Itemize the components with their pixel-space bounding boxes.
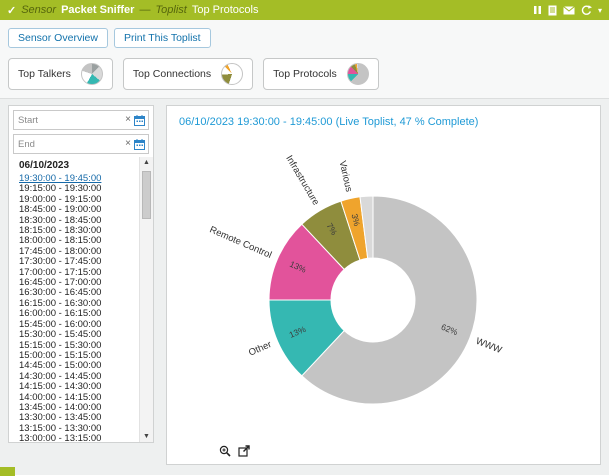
time-range-panel: × × 06/10/2023 19:30:00 - 19:45:0019:15:… <box>8 105 154 443</box>
toplist-panel: 06/10/2023 19:30:00 - 19:45:00 (Live Top… <box>166 105 601 465</box>
scrollbar[interactable]: ▲ ▼ <box>139 157 153 442</box>
slice-category-label: Other <box>247 339 273 359</box>
protocol-donut-chart: 62%WWW13%Other13%Remote Control7%Infrast… <box>183 132 593 456</box>
scroll-up-icon[interactable]: ▲ <box>140 159 153 166</box>
tab-top-talkers[interactable]: Top Talkers <box>8 58 113 90</box>
chart-title: 06/10/2023 19:30:00 - 19:45:00 (Live Top… <box>179 116 596 128</box>
refresh-menu-caret-icon[interactable]: ▾ <box>598 6 602 15</box>
time-range-item[interactable]: 14:15:00 - 14:30:00 <box>9 382 139 392</box>
time-range-list: 19:30:00 - 19:45:0019:15:00 - 19:30:0019… <box>9 174 139 442</box>
calendar-icon[interactable] <box>134 139 145 150</box>
open-new-window-icon[interactable] <box>238 445 250 457</box>
slice-category-label: Infrastructure <box>283 154 321 208</box>
tab-top-connections[interactable]: Top Connections <box>123 58 253 90</box>
end-date-row: × <box>13 134 149 154</box>
zoom-icon[interactable] <box>219 445 231 457</box>
start-date-input[interactable] <box>14 115 122 126</box>
toplist-tabs: Top Talkers Top Connections Top Protocol… <box>8 58 601 90</box>
pause-icon[interactable] <box>533 5 542 15</box>
breadcrumb-section-label: Toplist <box>155 4 186 16</box>
content-area: × × 06/10/2023 19:30:00 - 19:45:0019:15:… <box>0 99 609 475</box>
breadcrumb-type-label: Sensor <box>21 4 56 16</box>
pie-thumbnail-icon <box>221 63 243 85</box>
report-icon[interactable] <box>548 5 557 16</box>
clear-start-icon[interactable]: × <box>125 115 131 125</box>
scrollbar-thumb[interactable] <box>142 171 151 219</box>
breadcrumb-page-label: Top Protocols <box>192 4 259 16</box>
footer-accent <box>0 467 15 476</box>
pie-thumbnail-icon <box>81 63 103 85</box>
time-range-scroll: 06/10/2023 19:30:00 - 19:45:0019:15:00 -… <box>9 157 139 442</box>
refresh-icon[interactable] <box>581 5 592 16</box>
calendar-icon[interactable] <box>134 115 145 126</box>
slice-category-label: Various <box>336 160 354 193</box>
clear-end-icon[interactable]: × <box>125 139 131 149</box>
slice-category-label: Remote Control <box>207 224 272 261</box>
toolbar: Sensor Overview Print This Toplist <box>8 28 601 48</box>
breadcrumb-sensor-name[interactable]: Packet Sniffer <box>61 4 134 16</box>
slice-category-label: WWW <box>474 336 503 356</box>
tab-label: Top Protocols <box>273 68 337 80</box>
time-range-list-region: 06/10/2023 19:30:00 - 19:45:0019:15:00 -… <box>9 157 153 442</box>
prtg-toplist-page: ✓ Sensor Packet Sniffer — Toplist Top Pr… <box>0 0 609 476</box>
tab-top-protocols[interactable]: Top Protocols <box>263 58 379 90</box>
time-range-item[interactable]: 15:30:00 - 15:45:00 <box>9 330 139 340</box>
tab-label: Top Talkers <box>18 68 71 80</box>
time-range-item[interactable]: 13:00:00 - 13:15:00 <box>9 434 139 442</box>
sensor-overview-button[interactable]: Sensor Overview <box>8 28 108 48</box>
upper-strip: Sensor Overview Print This Toplist Top T… <box>0 20 609 99</box>
end-date-input[interactable] <box>14 139 122 150</box>
chart-tools <box>219 445 250 457</box>
tab-label: Top Connections <box>133 68 211 80</box>
print-toplist-button[interactable]: Print This Toplist <box>114 28 211 48</box>
scroll-down-icon[interactable]: ▼ <box>140 433 153 440</box>
email-icon[interactable] <box>563 6 575 15</box>
breadcrumb-separator: — <box>139 4 150 16</box>
date-header: 06/10/2023 <box>9 157 139 174</box>
pie-thumbnail-icon <box>347 63 369 85</box>
status-ok-icon: ✓ <box>7 4 16 17</box>
titlebar-actions: ▾ <box>533 5 602 16</box>
start-date-row: × <box>13 110 149 130</box>
titlebar: ✓ Sensor Packet Sniffer — Toplist Top Pr… <box>0 0 609 20</box>
